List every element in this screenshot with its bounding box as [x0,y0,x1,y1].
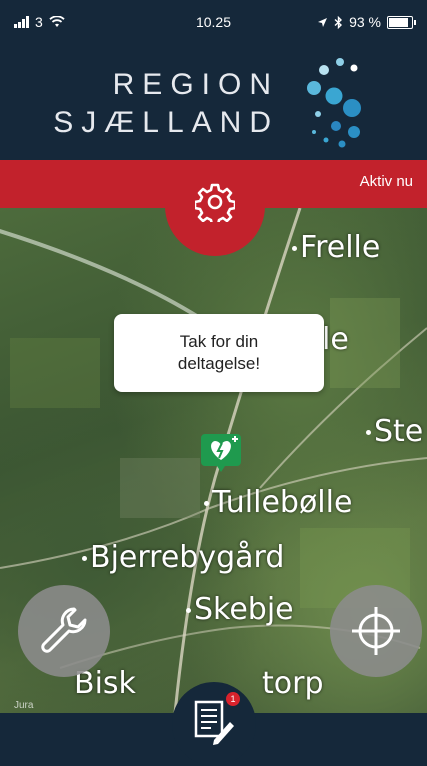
logo-line-sjaelland: SJÆLLAND [53,106,279,139]
report-button[interactable]: 1 [172,682,256,766]
region-logo-dots [307,58,361,148]
place-label: Tullebølle [204,485,352,520]
status-right: 93 % [317,14,416,30]
bluetooth-icon [334,15,343,29]
battery-icon [387,15,416,29]
popup-line1: Tak for din [179,332,259,351]
battery-percent: 93 % [349,14,381,30]
heart-defibrillator-icon [201,434,241,472]
place-label: Bjerrebygård [82,540,284,575]
tools-button[interactable] [18,585,110,677]
crosshair-icon [352,607,400,655]
region-logo-text: REGION SJÆLLAND [53,66,279,142]
status-bar: 3 10.25 93 % [0,0,427,48]
popup-line2: deltagelse! [177,354,261,373]
place-label: Frelle [292,230,380,265]
settings-button[interactable] [165,160,265,256]
locate-me-button[interactable] [330,585,422,677]
active-status-label: Aktiv nu [359,173,413,190]
place-label: le [322,322,349,357]
notification-badge: 1 [226,692,240,706]
place-label: Skebje [186,592,294,627]
app-header: REGION SJÆLLAND [0,48,427,160]
wrench-icon [41,607,87,653]
defibrillator-marker[interactable] [199,430,243,474]
location-arrow-icon [318,17,328,27]
place-label: Ste [366,414,423,449]
map-attribution: Jura [14,700,34,711]
gear-icon [195,183,235,222]
place-label: torp [262,666,324,701]
thanks-popup: Tak for din deltagelse! [114,314,324,392]
logo-line-region: REGION [112,68,279,101]
